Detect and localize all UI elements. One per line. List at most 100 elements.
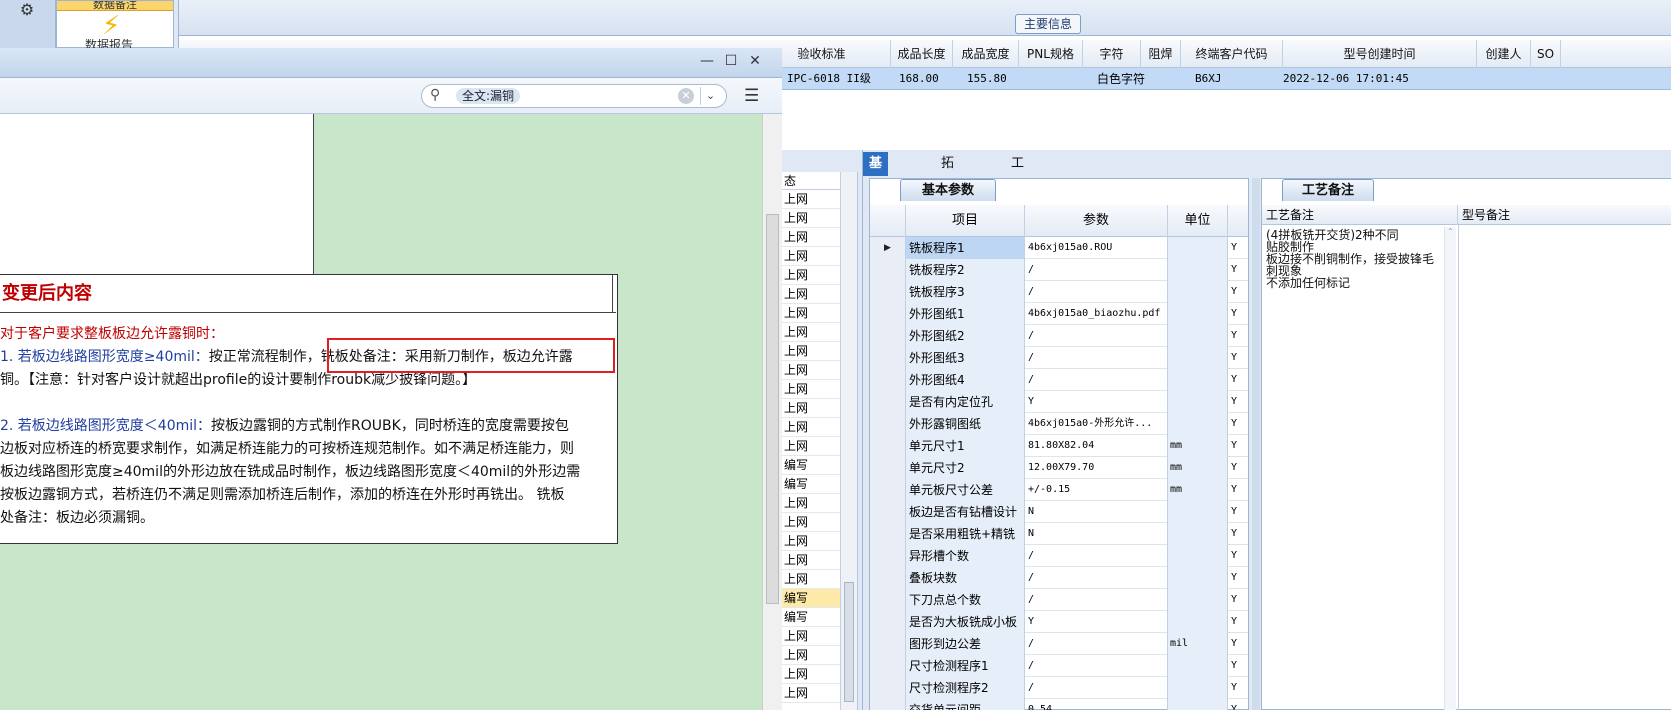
- param-flag[interactable]: Y: [1228, 545, 1248, 567]
- status-cell[interactable]: 上网: [782, 266, 840, 285]
- col-unit[interactable]: 单位: [1168, 205, 1228, 237]
- param-flag[interactable]: Y: [1228, 699, 1248, 710]
- status-cell[interactable]: 上网: [782, 285, 840, 304]
- table-row[interactable]: 单元板尺寸公差 +/-0.15 mm Y: [870, 479, 1248, 501]
- status-cell[interactable]: 上网: [782, 418, 840, 437]
- close-icon[interactable]: ✕: [746, 52, 764, 70]
- col-so[interactable]: SO: [1531, 40, 1561, 68]
- param-flag[interactable]: Y: [1228, 435, 1248, 457]
- param-unit[interactable]: [1168, 677, 1228, 699]
- tab-extended-info[interactable]: 拓展信息: [935, 152, 960, 243]
- col-mask[interactable]: 阻焊: [1141, 40, 1181, 68]
- param-unit[interactable]: [1168, 413, 1228, 435]
- param-value[interactable]: /: [1025, 655, 1168, 677]
- status-cell[interactable]: 上网: [782, 665, 840, 684]
- param-item[interactable]: 下刀点总个数: [906, 589, 1025, 611]
- param-flag[interactable]: Y: [1228, 479, 1248, 501]
- table-row[interactable]: 铣板程序3/ Y: [870, 281, 1248, 303]
- param-unit[interactable]: [1168, 699, 1228, 710]
- param-item[interactable]: 外形图纸2: [906, 325, 1025, 347]
- param-value[interactable]: /: [1025, 369, 1168, 391]
- status-cell[interactable]: 编写: [782, 475, 840, 494]
- param-flag[interactable]: Y: [1228, 281, 1248, 303]
- status-cell[interactable]: 上网: [782, 532, 840, 551]
- param-item[interactable]: 图形到边公差: [906, 633, 1025, 655]
- param-flag[interactable]: Y: [1228, 237, 1248, 259]
- maximize-icon[interactable]: ☐: [722, 52, 740, 70]
- param-item[interactable]: 单元板尺寸公差: [906, 479, 1025, 501]
- param-item[interactable]: 尺寸检测程序1: [906, 655, 1025, 677]
- basic-params-title[interactable]: 基本参数: [900, 179, 996, 201]
- craft-notes-title[interactable]: 工艺备注: [1282, 179, 1374, 201]
- param-item[interactable]: 是否有内定位孔: [906, 391, 1025, 413]
- table-row[interactable]: 单元尺寸1 81.80X82.04 mm Y: [870, 435, 1248, 457]
- table-row[interactable]: 外形图纸4/ Y: [870, 369, 1248, 391]
- param-flag[interactable]: Y: [1228, 325, 1248, 347]
- col-customer-code[interactable]: 终端客户代码: [1181, 40, 1283, 68]
- param-unit[interactable]: [1168, 545, 1228, 567]
- param-unit[interactable]: mm: [1168, 479, 1228, 501]
- param-value[interactable]: /: [1025, 259, 1168, 281]
- param-value[interactable]: /: [1025, 677, 1168, 699]
- param-unit[interactable]: [1168, 347, 1228, 369]
- table-row[interactable]: 外形图纸3/ Y: [870, 347, 1248, 369]
- tab-work-hours[interactable]: 工时: [1005, 152, 1030, 195]
- scrollbar-thumb[interactable]: [766, 214, 779, 604]
- status-cell[interactable]: 上网: [782, 380, 840, 399]
- param-flag[interactable]: Y: [1228, 501, 1248, 523]
- param-item[interactable]: 外形图纸3: [906, 347, 1025, 369]
- param-flag[interactable]: Y: [1228, 633, 1248, 655]
- param-item[interactable]: 尺寸检测程序2: [906, 677, 1025, 699]
- table-row[interactable]: 外形露铜图纸 4b6xj015a0-外形允许... Y: [870, 413, 1248, 435]
- param-unit[interactable]: [1168, 391, 1228, 413]
- param-flag[interactable]: Y: [1228, 391, 1248, 413]
- status-cell[interactable]: 上网: [782, 247, 840, 266]
- param-flag[interactable]: Y: [1228, 457, 1248, 479]
- craft-notes-scrollbar[interactable]: ⌃: [1444, 227, 1456, 710]
- table-row[interactable]: ▶ 铣板程序1 4b6xj015a0.ROU Y: [870, 237, 1248, 259]
- param-flag[interactable]: Y: [1228, 611, 1248, 633]
- table-row[interactable]: 图形到边公差 / mil Y: [870, 633, 1248, 655]
- status-scrollbar[interactable]: [840, 172, 857, 710]
- chevron-down-icon[interactable]: ⌄: [700, 87, 720, 105]
- status-cell[interactable]: 上网: [782, 437, 840, 456]
- param-unit[interactable]: [1168, 325, 1228, 347]
- param-unit[interactable]: [1168, 281, 1228, 303]
- status-cell[interactable]: 编写: [782, 456, 840, 475]
- param-value[interactable]: 12.00X79.70: [1025, 457, 1168, 479]
- minimize-icon[interactable]: —: [698, 52, 716, 70]
- param-item[interactable]: 是否为大板铣成小板: [906, 611, 1025, 633]
- table-row[interactable]: 异形槽个数 / Y: [870, 545, 1248, 567]
- param-value[interactable]: /: [1025, 281, 1168, 303]
- table-row[interactable]: 尺寸检测程序1/ Y: [870, 655, 1248, 677]
- param-flag[interactable]: Y: [1228, 677, 1248, 699]
- param-value[interactable]: +/-0.15: [1025, 479, 1168, 501]
- table-row[interactable]: 铣板程序2/ Y: [870, 259, 1248, 281]
- param-unit[interactable]: [1168, 303, 1228, 325]
- clear-search-icon[interactable]: ✕: [678, 88, 694, 104]
- param-value[interactable]: /: [1025, 545, 1168, 567]
- status-cell[interactable]: 上网: [782, 228, 840, 247]
- table-row[interactable]: 尺寸检测程序2/ Y: [870, 677, 1248, 699]
- document-scrollbar[interactable]: [762, 114, 782, 710]
- param-item[interactable]: 单元尺寸2: [906, 457, 1025, 479]
- main-info-title[interactable]: 主要信息: [1015, 14, 1081, 34]
- panel-splitter[interactable]: [1252, 178, 1260, 710]
- param-item[interactable]: 叠板块数: [906, 567, 1025, 589]
- param-unit[interactable]: [1168, 523, 1228, 545]
- param-unit[interactable]: [1168, 259, 1228, 281]
- param-unit[interactable]: [1168, 655, 1228, 677]
- param-flag[interactable]: Y: [1228, 523, 1248, 545]
- param-value[interactable]: N: [1025, 501, 1168, 523]
- status-cell[interactable]: 上网: [782, 361, 840, 380]
- param-item[interactable]: 单元尺寸1: [906, 435, 1025, 457]
- status-cell[interactable]: 编写: [782, 589, 840, 608]
- status-cell[interactable]: 上网: [782, 190, 840, 209]
- param-unit[interactable]: mm: [1168, 435, 1228, 457]
- param-value[interactable]: /: [1025, 325, 1168, 347]
- table-row[interactable]: 板边是否有钻槽设计 N Y: [870, 501, 1248, 523]
- status-cell[interactable]: 上网: [782, 551, 840, 570]
- col-item[interactable]: 项目: [906, 205, 1025, 237]
- table-row[interactable]: 外形图纸1 4b6xj015a0_biaozhu.pdf Y: [870, 303, 1248, 325]
- table-row[interactable]: 是否采用粗铣+精铣 N Y: [870, 523, 1248, 545]
